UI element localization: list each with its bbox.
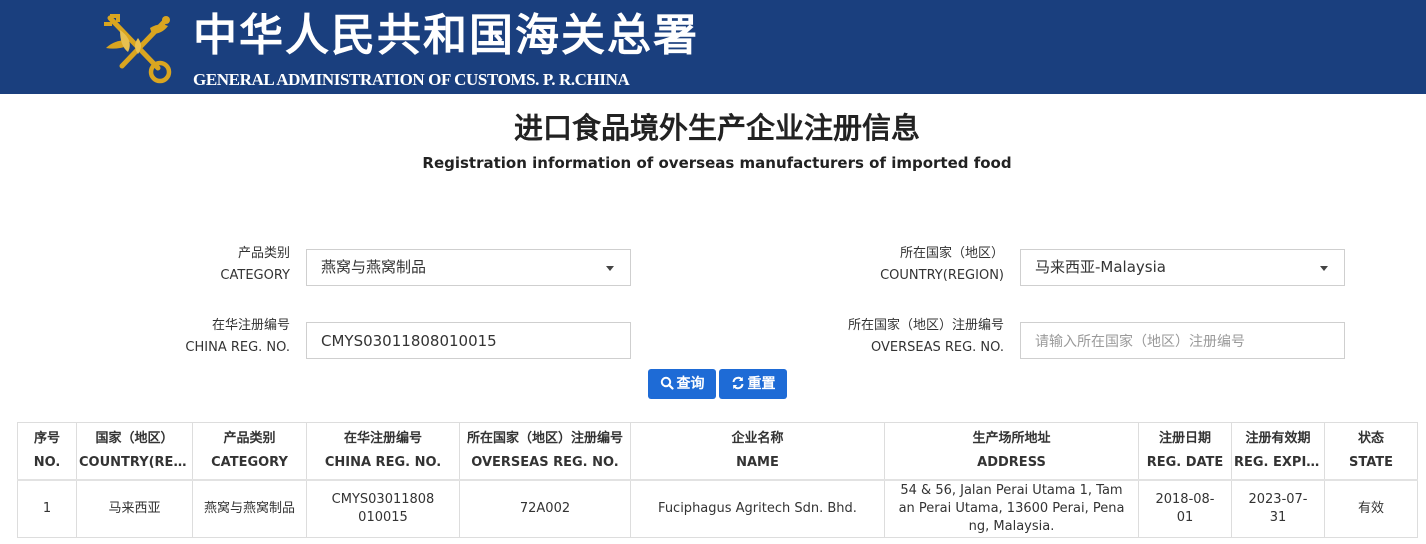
customs-emblem-icon [104,14,172,84]
header-en: CHINA REG. NO. [324,454,442,470]
category-select[interactable]: 燕窝与燕窝制品 [306,249,631,286]
country-label-cn: 所在国家（地区） [899,246,1004,261]
cell-reg-expiry: 2023-07-31 [1231,479,1325,538]
column-header-state[interactable]: 状态 STATE [1324,422,1418,480]
header-en: NO. [33,454,61,470]
column-header-category[interactable]: 产品类别 CATEGORY [192,422,307,480]
china-reg-label-en: CHINA REG. NO. [185,340,290,355]
cell-reg-date: 2018-08-01 [1138,479,1232,538]
category-select-value: 燕窝与燕窝制品 [321,258,427,276]
overseas-reg-label-cn: 所在国家（地区）注册编号 [847,318,1004,333]
search-button-label: 查询 [676,376,705,392]
site-title-en: GENERAL ADMINISTRATION OF CUSTOMS. P. R.… [193,70,630,89]
header-cn: 产品类别 [223,430,276,446]
search-button[interactable]: 查询 [648,369,716,399]
header-cn: 注册有效期 [1245,430,1311,446]
cell-overseas-reg: 72A002 [459,479,631,538]
overseas-reg-label: 所在国家（地区）注册编号 OVERSEAS REG. NO. [804,315,1004,359]
header-cn: 在华注册编号 [343,430,422,446]
header-en: ADDRESS [977,454,1046,470]
column-header-no[interactable]: 序号 NO. [17,422,77,480]
table-row[interactable]: 1 马来西亚 燕窝与燕窝制品 CMYS03011808010015 72A002… [17,479,1418,538]
header-en: OVERSEAS REG. NO. [471,454,619,470]
cell-name: Fuciphagus Agritech Sdn. Bhd. [630,479,885,538]
category-label: 产品类别 CATEGORY [150,243,290,287]
overseas-reg-label-en: OVERSEAS REG. NO. [870,340,1004,355]
header-cn: 所在国家（地区）注册编号 [466,430,623,446]
cell-country: 马来西亚 [76,479,193,538]
reset-button[interactable]: 重置 [719,369,787,399]
header-en: STATE [1348,454,1394,470]
header-en: CATEGORY [211,454,288,470]
column-header-name[interactable]: 企业名称 NAME [630,422,885,480]
header-en: REG. DATE [1146,454,1224,470]
country-label-en: COUNTRY(REGION) [880,268,1004,283]
header-cn: 状态 [1357,430,1384,446]
china-reg-label: 在华注册编号 CHINA REG. NO. [150,315,290,359]
column-header-china-reg[interactable]: 在华注册编号 CHINA REG. NO. [306,422,460,480]
country-select[interactable]: 马来西亚-Malaysia [1020,249,1345,286]
country-label: 所在国家（地区） COUNTRY(REGION) [824,243,1004,287]
reset-button-label: 重置 [747,376,776,392]
column-header-country[interactable]: 国家（地区） COUNTRY(REGI… [76,422,193,480]
header-cn: 序号 [33,430,60,446]
chevron-down-icon [1320,266,1328,271]
category-label-cn: 产品类别 [237,246,290,261]
site-title-cn: 中华人民共和国海关总署 [193,10,699,61]
header-en: REG. EXPIR… [1234,454,1322,470]
header-banner: 中华人民共和国海关总署 GENERAL ADMINISTRATION OF CU… [0,0,1426,94]
table-header-row: 序号 NO. 国家（地区） COUNTRY(REGI… 产品类别 CATEGORY 在… [17,422,1418,480]
cell-no: 1 [17,479,77,538]
china-reg-label-cn: 在华注册编号 [211,318,290,333]
search-icon [660,376,674,390]
column-header-overseas-reg[interactable]: 所在国家（地区）注册编号 OVERSEAS REG. NO. [459,422,631,480]
country-select-value: 马来西亚-Malaysia [1035,258,1166,276]
column-header-reg-date[interactable]: 注册日期 REG. DATE [1138,422,1232,480]
overseas-reg-input[interactable] [1020,322,1345,359]
column-header-reg-expiry[interactable]: 注册有效期 REG. EXPIR… [1231,422,1325,480]
page-subtitle: Registration information of overseas man… [422,154,1012,172]
header-en: NAME [736,454,779,470]
chevron-down-icon [606,266,614,271]
header-en: COUNTRY(REGI… [79,454,190,470]
header-cn: 企业名称 [731,430,784,446]
header-cn: 国家（地区） [95,430,174,446]
header-cn: 生产场所地址 [972,430,1051,446]
refresh-icon [732,376,743,390]
results-table: 序号 NO. 国家（地区） COUNTRY(REGI… 产品类别 CATEGORY 在… [17,422,1418,538]
header-cn: 注册日期 [1158,430,1211,446]
cell-china-reg: CMYS03011808010015 [306,479,460,538]
cell-address: 54 & 56, Jalan Perai Utama 1, Taman Pera… [884,479,1139,538]
china-reg-input[interactable] [306,322,631,359]
category-label-en: CATEGORY [220,268,290,283]
cell-state: 有效 [1324,479,1418,538]
page-title: 进口食品境外生产企业注册信息 [513,111,920,145]
column-header-address[interactable]: 生产场所地址 ADDRESS [884,422,1139,480]
cell-category: 燕窝与燕窝制品 [192,479,307,538]
